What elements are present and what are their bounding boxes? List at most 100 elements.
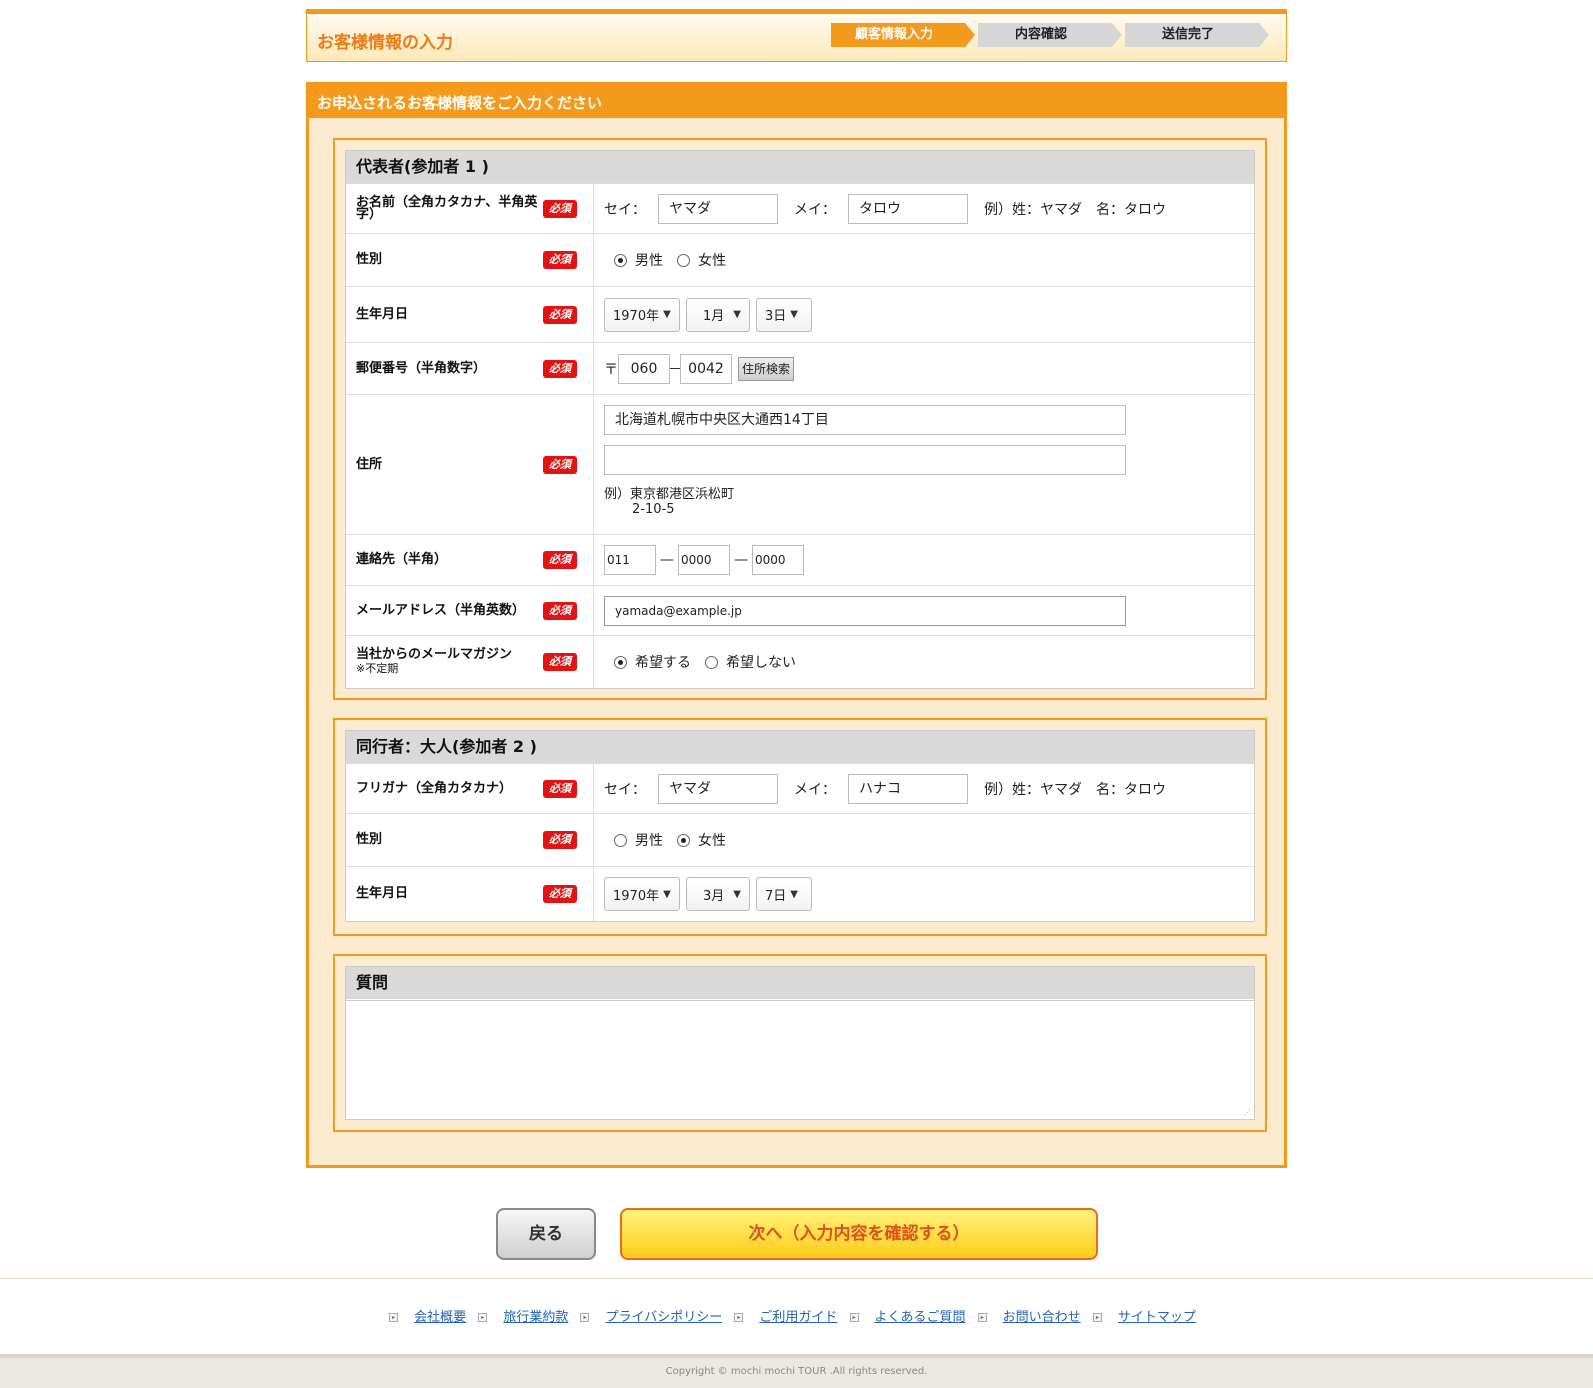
- companion-birth-month-select[interactable]: 3月 ▼: [686, 877, 750, 911]
- arrow-right-icon: ▸: [1092, 1313, 1102, 1322]
- footer-link-guide[interactable]: ご利用ガイド: [759, 1310, 837, 1325]
- mei-label: メイ：: [794, 201, 836, 218]
- mei-input[interactable]: タロウ: [848, 193, 968, 224]
- field-label-wrap: 当社からのメールマガジン ※不定期: [356, 647, 513, 675]
- footer-link-sitemap[interactable]: サイトマップ: [1118, 1310, 1196, 1325]
- row-gender: 性別 必須 男性 女性: [346, 233, 1254, 286]
- field-label: 生年月日: [356, 306, 409, 322]
- page-header: お客様情報の入力 顧客情報入力 内容確認 送信完了: [306, 9, 1287, 62]
- arrow-right-icon: ▸: [977, 1313, 987, 1322]
- companion-male-radio[interactable]: [614, 833, 627, 847]
- required-badge: 必須: [543, 305, 577, 324]
- step-confirm: 内容確認: [978, 23, 1122, 47]
- field-label: 連絡先（半角）: [356, 552, 448, 567]
- zip-separator: [670, 368, 680, 369]
- address-search-button[interactable]: 住所検索: [738, 356, 795, 381]
- footer-link-contact[interactable]: お問い合わせ: [1003, 1310, 1081, 1325]
- tel3-input[interactable]: 0000: [752, 545, 804, 575]
- chevron-down-icon: ▼: [733, 888, 741, 900]
- required-badge: 必須: [543, 551, 577, 569]
- address2-input[interactable]: [604, 445, 1126, 475]
- sei-input[interactable]: ヤマダ: [658, 193, 778, 224]
- arrow-right-icon: ▸: [389, 1313, 399, 1322]
- magazine-yes-label: 希望する: [635, 655, 691, 671]
- select-value: 7日: [765, 888, 787, 904]
- field-label: 住所: [356, 456, 383, 472]
- required-badge: 必須: [543, 359, 577, 378]
- arrow-right-icon: ▸: [580, 1313, 590, 1322]
- question-box: 質問 ⋰: [345, 966, 1255, 1120]
- birth-month-select[interactable]: 1月 ▼: [686, 297, 750, 332]
- gender-male-radio[interactable]: [614, 253, 627, 267]
- arrow-right-icon: ▸: [849, 1313, 859, 1322]
- address-example-line2: 2-10-5: [632, 502, 675, 517]
- required-badge: 必須: [543, 653, 577, 671]
- row-furigana: フリガナ（全角カタカナ） 必須 セイ： ヤマダ メイ： ハナコ 例）姓：ヤマダ 名…: [346, 763, 1254, 813]
- select-value: 1970年: [613, 888, 660, 904]
- required-badge: 必須: [543, 601, 577, 620]
- zip-mark: 〒: [604, 361, 618, 378]
- name-example: 例）姓：ヤマダ 名：タロウ: [984, 781, 1166, 798]
- companion-male-label: 男性: [635, 833, 663, 849]
- footer-links: ▸ 会社概要 ▸ 旅行業約款 ▸ プライバシポリシー ▸ ご利用ガイド ▸ よくあるご質問…: [0, 1306, 1593, 1325]
- chevron-down-icon: ▼: [790, 309, 798, 320]
- companion-female-radio[interactable]: [677, 833, 690, 847]
- footer-link-terms[interactable]: 旅行業約款: [503, 1310, 568, 1325]
- address-example: 例）東京都港区浜松町 2-10-5: [604, 487, 1254, 517]
- magazine-no-label: 希望しない: [726, 655, 796, 671]
- panel-title: お申込されるお客様情報をご入力ください: [317, 94, 603, 112]
- address1-input[interactable]: 北海道札幌市中央区大通西14丁目: [604, 405, 1126, 435]
- companion-sei-input[interactable]: ヤマダ: [658, 773, 778, 804]
- required-badge: 必須: [543, 885, 577, 903]
- birth-year-select[interactable]: 1970年 ▼: [604, 297, 680, 332]
- companion-table: 同行者：大人(参加者 2 ) フリガナ（全角カタカナ） 必須 セイ： ヤマダ メイ…: [345, 730, 1255, 922]
- companion-birth-year-select[interactable]: 1970年 ▼: [604, 877, 680, 911]
- representative-section: 代表者(参加者 1 ) お名前（全角カタカナ、半角英字） 必須 セイ： ヤマダ メ…: [333, 138, 1267, 700]
- row-magazine: 当社からのメールマガジン ※不定期 必須 希望する 希望しない: [346, 635, 1254, 688]
- field-label: 性別: [356, 252, 383, 267]
- back-button[interactable]: 戻る: [496, 1208, 596, 1260]
- copyright: Copyright © mochi mochi TOUR .All rights…: [0, 1354, 1593, 1388]
- page-title: お客様情報の入力: [317, 33, 453, 53]
- field-label: 当社からのメールマガジン: [356, 647, 513, 662]
- companion-birth-day-select[interactable]: 7日 ▼: [756, 877, 812, 911]
- row-companion-gender: 性別 必須 男性 女性: [346, 813, 1254, 866]
- resize-handle-icon[interactable]: ⋰: [1243, 1108, 1251, 1117]
- gender-female-radio[interactable]: [677, 253, 690, 267]
- footer-link-privacy[interactable]: プライバシポリシー: [605, 1310, 722, 1325]
- question-textarea[interactable]: [346, 1000, 1254, 1119]
- row-zip: 郵便番号（半角数字） 必須 〒 060 0042 住所検索: [346, 342, 1254, 394]
- footer-link-faq[interactable]: よくあるご質問: [875, 1310, 966, 1325]
- representative-table: 代表者(参加者 1 ) お名前（全角カタカナ、半角英字） 必須 セイ： ヤマダ メ…: [345, 150, 1255, 689]
- required-badge: 必須: [543, 199, 577, 218]
- chevron-down-icon: ▼: [790, 888, 798, 900]
- zip2-input[interactable]: 0042: [680, 353, 732, 384]
- field-label: 生年月日: [356, 886, 409, 901]
- gender-male-label: 男性: [635, 253, 663, 269]
- section-title: 同行者：大人(参加者 2 ): [346, 731, 1254, 763]
- chevron-down-icon: ▼: [663, 888, 671, 900]
- name-example: 例）姓：ヤマダ 名：タロウ: [984, 201, 1166, 218]
- email-input[interactable]: yamada@example.jp: [604, 595, 1126, 626]
- question-section: 質問 ⋰: [333, 954, 1267, 1132]
- chevron-down-icon: ▼: [663, 309, 671, 320]
- required-badge: 必須: [543, 251, 577, 269]
- birth-day-select[interactable]: 3日 ▼: [756, 297, 812, 332]
- zip1-input[interactable]: 060: [618, 353, 670, 384]
- magazine-yes-radio[interactable]: [614, 655, 627, 669]
- field-note: ※不定期: [356, 662, 399, 675]
- step-complete: 送信完了: [1125, 23, 1269, 47]
- gender-female-label: 女性: [698, 253, 726, 269]
- field-label: フリガナ（全角カタカナ）: [356, 780, 513, 796]
- companion-female-label: 女性: [698, 833, 726, 849]
- magazine-no-radio[interactable]: [705, 655, 718, 669]
- section-title: 質問: [346, 967, 1254, 999]
- companion-mei-input[interactable]: ハナコ: [848, 773, 968, 804]
- next-button[interactable]: 次へ（入力内容を確認する）: [620, 1208, 1098, 1260]
- field-label: お名前（全角カタカナ、半角英字）: [356, 194, 538, 222]
- tel1-input[interactable]: 011: [604, 545, 656, 575]
- chevron-down-icon: ▼: [733, 309, 741, 320]
- footer-link-company[interactable]: 会社概要: [414, 1310, 466, 1325]
- tel2-input[interactable]: 0000: [678, 545, 730, 575]
- row-companion-birthdate: 生年月日 必須 1970年 ▼ 3月 ▼ 7日 ▼: [346, 866, 1254, 921]
